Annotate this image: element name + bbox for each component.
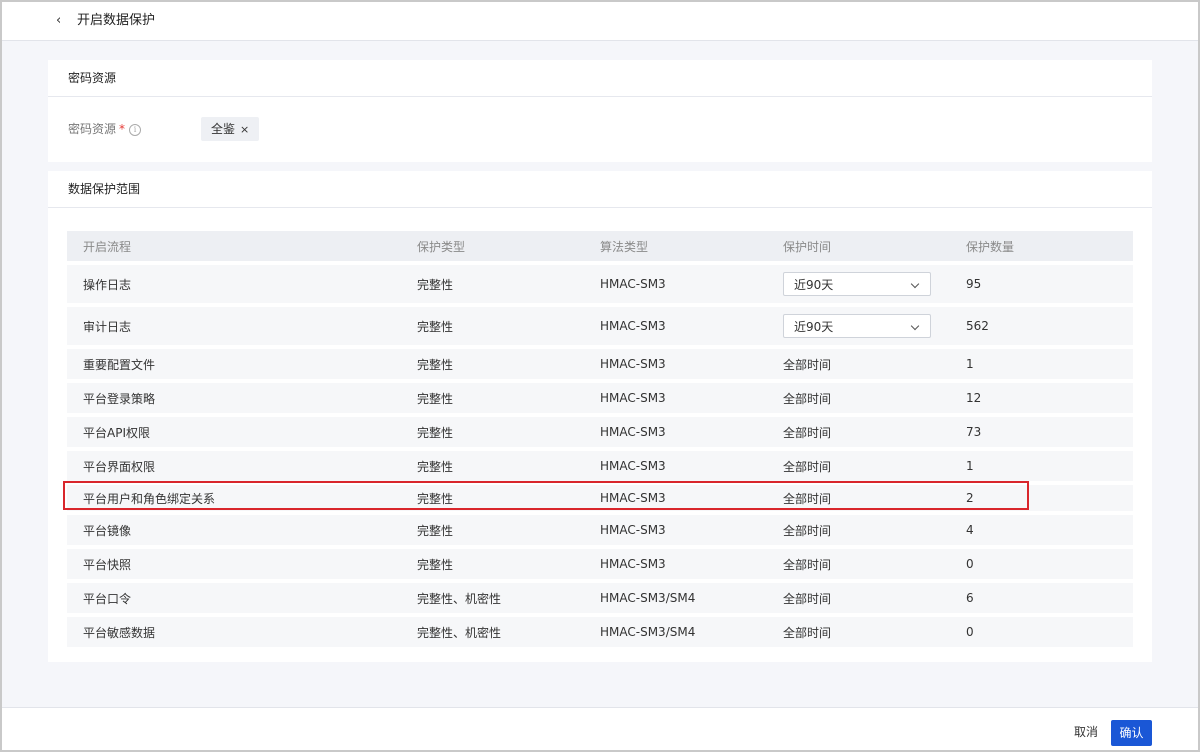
confirm-button[interactable]: 确认 (1111, 720, 1152, 746)
resource-field-label: 密码资源 * i (68, 122, 142, 136)
footer-bar: 取消 确认 (2, 707, 1198, 750)
cell-algorithm: HMAC-SM3 (600, 459, 666, 473)
protection-table: 开启流程 保护类型 算法类型 保护时间 保护数量 操作日志 完整性 HMAC-S… (67, 227, 1133, 651)
cell-count: 1 (966, 357, 974, 371)
cell-algorithm: HMAC-SM3 (600, 425, 666, 439)
cell-algorithm: HMAC-SM3/SM4 (600, 625, 696, 639)
cell-algorithm: HMAC-SM3 (600, 391, 666, 405)
cell-process: 平台口令 (83, 591, 132, 606)
cell-type: 完整性 (417, 319, 454, 334)
cell-algorithm: HMAC-SM3 (600, 319, 666, 333)
column-header-count: 保护数量 (966, 239, 1015, 254)
table-row: 平台API权限 完整性 HMAC-SM3 全部时间 73 (67, 417, 1133, 447)
cell-algorithm: HMAC-SM3 (600, 491, 666, 505)
cell-count: 0 (966, 557, 974, 571)
cell-time: 近90天 (767, 265, 950, 303)
cell-time: 近90天 (767, 307, 950, 345)
table-row: 平台界面权限 完整性 HMAC-SM3 全部时间 1 (67, 451, 1133, 481)
cell-process: 平台用户和角色绑定关系 (83, 491, 216, 506)
chevron-down-icon (910, 321, 920, 331)
cell-count: 6 (966, 591, 974, 605)
cell-count: 12 (966, 391, 982, 405)
table-header-row: 开启流程 保护类型 算法类型 保护时间 保护数量 (67, 231, 1133, 261)
table-row-highlighted: 平台用户和角色绑定关系 完整性 HMAC-SM3 全部时间 2 (67, 485, 1133, 511)
cell-type: 完整性 (417, 277, 454, 292)
cancel-button[interactable]: 取消 (1062, 720, 1110, 744)
page-frame: ‹ 开启数据保护 密码资源 密码资源 * i 全鉴 × 数据保护范围 开启流程 保护类… (0, 0, 1200, 752)
cell-time: 全部时间 (783, 625, 832, 640)
cell-type: 完整性 (417, 459, 454, 474)
scope-card: 数据保护范围 开启流程 保护类型 算法类型 保护时间 保护数量 操作日志 完整性… (48, 171, 1152, 662)
scope-section-title: 数据保护范围 (48, 171, 1152, 208)
cell-time: 全部时间 (783, 357, 832, 372)
cell-process: 平台镜像 (83, 523, 132, 538)
cell-type: 完整性 (417, 523, 454, 538)
cell-type: 完整性、机密性 (417, 625, 502, 640)
cell-count: 562 (966, 319, 989, 333)
page-title: 开启数据保护 (77, 13, 156, 28)
cell-process: 平台API权限 (83, 425, 150, 440)
cell-process: 平台登录策略 (83, 391, 156, 406)
cell-time: 全部时间 (783, 591, 832, 606)
cell-count: 95 (966, 277, 982, 291)
column-header-process: 开启流程 (83, 239, 132, 254)
cell-process: 操作日志 (83, 277, 132, 292)
time-range-value: 近90天 (794, 278, 834, 292)
info-icon[interactable]: i (129, 123, 142, 136)
cell-algorithm: HMAC-SM3 (600, 523, 666, 537)
cell-algorithm: HMAC-SM3 (600, 357, 666, 371)
close-icon[interactable]: × (240, 123, 249, 136)
cell-count: 2 (966, 491, 974, 505)
cell-process: 审计日志 (83, 319, 132, 334)
time-range-value: 近90天 (794, 320, 834, 334)
resource-card: 密码资源 密码资源 * i 全鉴 × (48, 60, 1152, 162)
table-row: 操作日志 完整性 HMAC-SM3 近90天 95 (67, 265, 1133, 303)
table-row: 平台登录策略 完整性 HMAC-SM3 全部时间 12 (67, 383, 1133, 413)
cell-count: 73 (966, 425, 982, 439)
table-row: 重要配置文件 完整性 HMAC-SM3 全部时间 1 (67, 349, 1133, 379)
cell-time: 全部时间 (783, 557, 832, 572)
cell-time: 全部时间 (783, 425, 832, 440)
cell-type: 完整性 (417, 391, 454, 406)
cell-type: 完整性 (417, 357, 454, 372)
cell-time: 全部时间 (783, 459, 832, 474)
time-range-select[interactable]: 近90天 (783, 314, 931, 338)
cell-type: 完整性 (417, 425, 454, 440)
table-row: 平台快照 完整性 HMAC-SM3 全部时间 0 (67, 549, 1133, 579)
cell-count: 4 (966, 523, 974, 537)
column-header-type: 保护类型 (417, 239, 466, 254)
cell-count: 1 (966, 459, 974, 473)
resource-label-text: 密码资源 (68, 122, 117, 136)
top-bar: ‹ 开启数据保护 (2, 2, 1198, 41)
table-row: 平台口令 完整性、机密性 HMAC-SM3/SM4 全部时间 6 (67, 583, 1133, 613)
column-header-time: 保护时间 (783, 239, 832, 254)
chevron-down-icon (910, 279, 920, 289)
table-row: 审计日志 完整性 HMAC-SM3 近90天 562 (67, 307, 1133, 345)
cell-algorithm: HMAC-SM3 (600, 277, 666, 291)
chevron-left-icon[interactable]: ‹ (56, 13, 70, 29)
time-range-select[interactable]: 近90天 (783, 272, 931, 296)
resource-tag: 全鉴 × (201, 117, 260, 141)
column-header-algorithm: 算法类型 (600, 239, 649, 254)
cell-type: 完整性 (417, 491, 454, 506)
resource-section-title: 密码资源 (48, 60, 1152, 97)
resource-tag-label: 全鉴 (211, 122, 236, 136)
cell-count: 0 (966, 625, 974, 639)
required-mark: * (119, 122, 126, 136)
table-row: 平台敏感数据 完整性、机密性 HMAC-SM3/SM4 全部时间 0 (67, 617, 1133, 647)
table-row: 平台镜像 完整性 HMAC-SM3 全部时间 4 (67, 515, 1133, 545)
cell-algorithm: HMAC-SM3/SM4 (600, 591, 696, 605)
cell-process: 平台敏感数据 (83, 625, 156, 640)
cell-type: 完整性 (417, 557, 454, 572)
cell-process: 平台界面权限 (83, 459, 156, 474)
cell-algorithm: HMAC-SM3 (600, 557, 666, 571)
cell-process: 平台快照 (83, 557, 132, 572)
cell-type: 完整性、机密性 (417, 591, 502, 606)
cell-time: 全部时间 (783, 391, 832, 406)
cell-time: 全部时间 (783, 491, 832, 506)
cell-time: 全部时间 (783, 523, 832, 538)
cell-process: 重要配置文件 (83, 357, 156, 372)
